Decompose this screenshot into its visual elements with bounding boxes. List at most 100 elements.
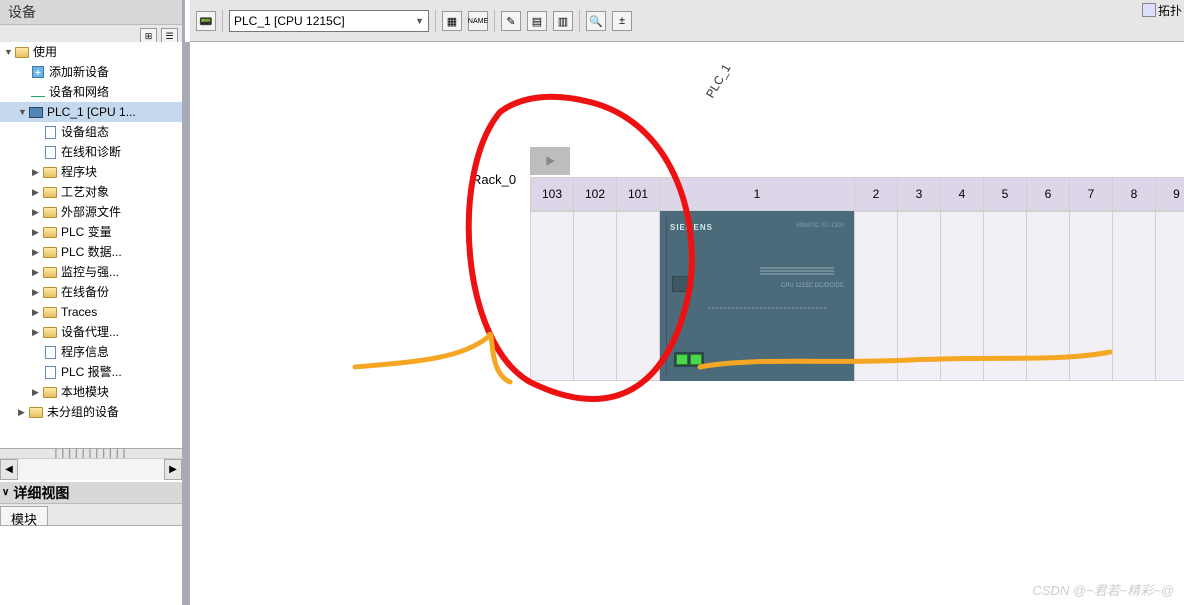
slot-body-3[interactable] (897, 211, 940, 381)
add-device-icon (30, 65, 46, 79)
chevron-down-icon (18, 102, 28, 122)
panel-title-devices: 设备 (0, 0, 182, 25)
tree-item-label: 设备代理... (61, 322, 119, 342)
slot-header-101[interactable]: 101 (616, 177, 659, 211)
slot-header-7[interactable]: 7 (1069, 177, 1112, 211)
tree-item-label: 监控与强... (61, 262, 119, 282)
slot-body-2[interactable] (854, 211, 897, 381)
zoom-fit-icon[interactable]: 🔍 (586, 11, 606, 31)
tree-item-label: 程序信息 (61, 342, 109, 362)
slot-header-1[interactable]: 1 (659, 177, 854, 211)
slot-body-101[interactable] (616, 211, 659, 381)
cpu-edge-line (666, 217, 667, 375)
rack-device-name: PLC_1 (703, 62, 733, 101)
tree-plc-vars[interactable]: PLC 变量 (0, 222, 182, 242)
scroll-track[interactable] (18, 459, 164, 480)
slot-body-103[interactable] (530, 211, 573, 381)
tree-ext-sources[interactable]: 外部源文件 (0, 202, 182, 222)
slot-header-2[interactable]: 2 (854, 177, 897, 211)
grid1-icon[interactable]: ▤ (527, 11, 547, 31)
tree-item-label: 外部源文件 (61, 202, 121, 222)
slot-header-9[interactable]: 9 (1155, 177, 1184, 211)
cpu-ethernet-ports[interactable] (674, 352, 704, 367)
cpu-slot[interactable]: SIEMENS SIMATIC S7-1200 CPU 1215C DC/DC/… (659, 211, 854, 381)
show-device-icon[interactable]: 📟 (196, 11, 216, 31)
cpu-io-led-icon (760, 267, 834, 269)
slot-body-9[interactable] (1155, 211, 1184, 381)
slot-header-3[interactable]: 3 (897, 177, 940, 211)
tree-plc-alarms[interactable]: PLC 报警... (0, 362, 182, 382)
slot-header-102[interactable]: 102 (573, 177, 616, 211)
slot-body-102[interactable] (573, 211, 616, 381)
tree-online-backup[interactable]: 在线备份 (0, 282, 182, 302)
tree-item-label: 设备和网络 (49, 82, 109, 102)
tree-item-label: 工艺对象 (61, 182, 109, 202)
tree-item-label: Traces (61, 302, 97, 322)
tree-item-label: 添加新设备 (49, 62, 109, 82)
details-header[interactable]: ∨ 详细视图 (0, 482, 182, 504)
tree-watch-force[interactable]: 监控与强... (0, 262, 182, 282)
toolbar-separator (579, 10, 580, 32)
horizontal-resize-grip[interactable] (0, 448, 185, 458)
tree-traces[interactable]: Traces (0, 302, 182, 322)
rack-label: Rack_0 (472, 172, 516, 187)
cpu-model-label: CPU 1215C DC/DC/DC (781, 283, 844, 289)
slot-body-4[interactable] (940, 211, 983, 381)
slot-body-7[interactable] (1069, 211, 1112, 381)
slot-body-6[interactable] (1026, 211, 1069, 381)
tree-tech-objects[interactable]: 工艺对象 (0, 182, 182, 202)
tree-item-label: 在线备份 (61, 282, 109, 302)
tree-root[interactable]: 使用 (0, 42, 182, 62)
tree-item-label: 在线和诊断 (61, 142, 121, 162)
chevron-right-icon (32, 302, 42, 322)
folder-icon (42, 285, 58, 299)
folder-icon (42, 265, 58, 279)
chevron-right-icon (32, 242, 42, 262)
tree-device-config[interactable]: 设备组态 (0, 122, 182, 142)
chevron-down-icon: ∨ (2, 487, 9, 498)
folder-icon (42, 325, 58, 339)
slot-header-4[interactable]: 4 (940, 177, 983, 211)
slot-header-5[interactable]: 5 (983, 177, 1026, 211)
tree-program-info[interactable]: 程序信息 (0, 342, 182, 362)
slot-header-103[interactable]: 103 (530, 177, 573, 211)
chevron-down-icon (4, 42, 14, 62)
folder-icon (42, 385, 58, 399)
folder-icon (42, 245, 58, 259)
highlight-icon[interactable]: ✎ (501, 11, 521, 31)
slot-header-8[interactable]: 8 (1112, 177, 1155, 211)
tree-add-device[interactable]: 添加新设备 (0, 62, 182, 82)
cpu-brand-label: SIEMENS (670, 223, 713, 232)
device-selector-dropdown[interactable]: PLC_1 [CPU 1215C] (229, 10, 429, 32)
tree-device-proxy[interactable]: 设备代理... (0, 322, 182, 342)
tree-item-label: 程序块 (61, 162, 97, 182)
scroll-left-icon[interactable]: ◀ (0, 459, 18, 480)
slot-body-5[interactable] (983, 211, 1026, 381)
hardware-rack[interactable]: 103 102 101 1 2 3 4 5 6 7 8 9 SIEMENS SI… (530, 147, 1184, 381)
tree-plc1[interactable]: PLC_1 [CPU 1... (0, 102, 182, 122)
tree-h-scrollbar[interactable]: ◀ ▶ (0, 458, 185, 480)
chevron-right-icon (32, 162, 42, 182)
rack-start-marker[interactable] (530, 147, 570, 175)
tree-ungrouped[interactable]: 未分组的设备 (0, 402, 182, 422)
details-tab-modules[interactable]: 模块 (0, 506, 48, 525)
topology-view-button[interactable]: 拓扑 (1142, 2, 1182, 18)
tree-online-diag[interactable]: 在线和诊断 (0, 142, 182, 162)
chevron-right-icon (32, 322, 42, 342)
project-icon (14, 45, 30, 59)
tree-plc-datatypes[interactable]: PLC 数据... (0, 242, 182, 262)
cpu-module[interactable]: SIEMENS SIMATIC S7-1200 CPU 1215C DC/DC/… (660, 211, 854, 381)
tree-devices-networks[interactable]: 设备和网络 (0, 82, 182, 102)
zoom-adjust-icon[interactable]: ± (612, 11, 632, 31)
chevron-right-icon (32, 222, 42, 242)
name-tag-icon[interactable]: NAME (468, 11, 488, 31)
grid2-icon[interactable]: ▥ (553, 11, 573, 31)
slot-header-6[interactable]: 6 (1026, 177, 1069, 211)
module-view-icon[interactable]: ▦ (442, 11, 462, 31)
tree-local-modules[interactable]: 本地模块 (0, 382, 182, 402)
scroll-right-icon[interactable]: ▶ (164, 459, 182, 480)
device-selector-value: PLC_1 [CPU 1215C] (234, 14, 345, 28)
chevron-right-icon (18, 402, 28, 422)
slot-body-8[interactable] (1112, 211, 1155, 381)
tree-program-blocks[interactable]: 程序块 (0, 162, 182, 182)
